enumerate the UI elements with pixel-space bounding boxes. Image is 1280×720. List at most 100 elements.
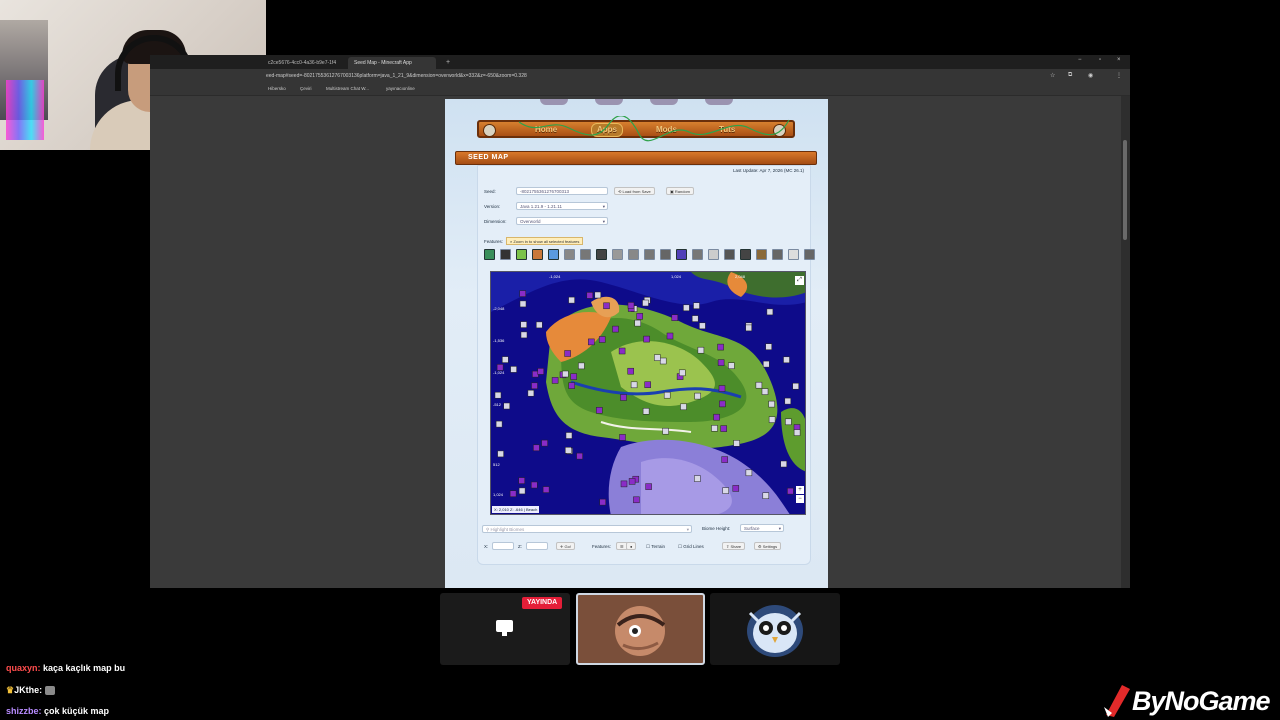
- go-button[interactable]: ✈ Go!: [556, 542, 575, 550]
- load-from-save-button[interactable]: ⟲ Load from Save: [614, 187, 655, 195]
- structure-marker[interactable]: [728, 362, 735, 369]
- owl-logo-thumbnail[interactable]: [710, 593, 840, 665]
- feature-toggle-icon[interactable]: [676, 249, 687, 260]
- structure-marker[interactable]: [520, 331, 528, 339]
- structure-marker[interactable]: [565, 447, 572, 454]
- structure-marker[interactable]: [503, 402, 510, 410]
- structure-marker[interactable]: [654, 354, 661, 361]
- structure-marker[interactable]: [793, 429, 801, 436]
- structure-marker[interactable]: [537, 368, 544, 375]
- highlight-biomes-select[interactable]: ⚲ Highlight Biomes ▾: [482, 525, 692, 533]
- structure-marker[interactable]: [643, 335, 650, 343]
- structure-marker[interactable]: [717, 359, 725, 366]
- structure-marker[interactable]: [510, 366, 517, 373]
- feature-toggle-icon[interactable]: [612, 249, 623, 260]
- structure-marker[interactable]: [768, 416, 776, 423]
- structure-marker[interactable]: [745, 324, 752, 332]
- bookmark[interactable]: Multistream Chat W...: [326, 85, 369, 93]
- feature-toggle-icon[interactable]: [564, 249, 575, 260]
- avatar-thumbnail[interactable]: [576, 593, 705, 665]
- feature-toggle-icon[interactable]: [740, 249, 751, 260]
- feature-toggle-icon[interactable]: [804, 249, 815, 260]
- structure-marker[interactable]: [598, 336, 606, 343]
- star-icon[interactable]: ☆: [1050, 72, 1055, 79]
- structure-marker[interactable]: [599, 498, 606, 506]
- structure-marker[interactable]: [765, 343, 772, 350]
- structure-marker[interactable]: [531, 481, 538, 489]
- share-button[interactable]: ⇪ Share: [722, 542, 746, 550]
- structure-marker[interactable]: [721, 456, 728, 463]
- structure-marker[interactable]: [719, 400, 726, 408]
- structure-marker[interactable]: [766, 308, 774, 316]
- url-field[interactable]: eed-map#seed=-80217553612767003136platfo…: [266, 72, 986, 81]
- map-canvas[interactable]: [491, 272, 806, 515]
- structure-marker[interactable]: [570, 373, 577, 380]
- features-toggle-button[interactable]: ●: [626, 542, 637, 550]
- structure-marker[interactable]: [494, 391, 502, 399]
- structure-marker[interactable]: [531, 382, 538, 390]
- structure-marker[interactable]: [612, 325, 619, 333]
- zoom-in-button[interactable]: +: [796, 486, 804, 494]
- structure-marker[interactable]: [596, 407, 603, 414]
- x-input[interactable]: [492, 542, 514, 550]
- fullscreen-icon[interactable]: ⤢: [795, 276, 804, 285]
- structure-marker[interactable]: [659, 357, 667, 365]
- feature-toggle-icon[interactable]: [660, 249, 671, 260]
- structure-marker[interactable]: [762, 492, 770, 499]
- structure-marker[interactable]: [527, 389, 535, 397]
- feature-toggle-icon[interactable]: [516, 249, 527, 260]
- seed-map[interactable]: -1,024 1,024 2,048 -2,048 -1,536 -1,024 …: [490, 271, 806, 515]
- structure-marker[interactable]: [671, 314, 679, 321]
- structure-marker[interactable]: [568, 296, 575, 304]
- bookmark[interactable]: yayınacıonline: [386, 85, 415, 93]
- structure-marker[interactable]: [732, 485, 740, 492]
- structure-marker[interactable]: [576, 452, 583, 460]
- structure-marker[interactable]: [551, 377, 559, 384]
- structure-marker[interactable]: [620, 394, 627, 401]
- structure-marker[interactable]: [787, 487, 794, 495]
- structure-marker[interactable]: [785, 418, 792, 426]
- z-input[interactable]: [526, 542, 548, 550]
- maximize-icon[interactable]: ▫: [1099, 57, 1101, 63]
- settings-button[interactable]: ⚙ Settings: [754, 542, 782, 550]
- structure-marker[interactable]: [620, 480, 628, 488]
- profile-icon[interactable]: ◉: [1088, 72, 1093, 79]
- structure-marker[interactable]: [495, 420, 503, 428]
- structure-marker[interactable]: [718, 385, 726, 392]
- structure-marker[interactable]: [683, 304, 690, 312]
- structure-marker[interactable]: [694, 392, 701, 400]
- bookmark[interactable]: Çeviri: [300, 85, 312, 93]
- structure-marker[interactable]: [627, 302, 635, 309]
- structure-marker[interactable]: [533, 444, 540, 452]
- structure-marker[interactable]: [768, 400, 775, 408]
- structure-marker[interactable]: [663, 391, 671, 399]
- feature-toggle-icon[interactable]: [628, 249, 639, 260]
- structure-marker[interactable]: [642, 408, 650, 415]
- menu-icon[interactable]: ⋮: [1116, 72, 1122, 79]
- grid-lines-checkbox[interactable]: ☐ Grid Lines: [678, 544, 704, 550]
- structure-marker[interactable]: [680, 403, 687, 411]
- feature-toggle-icon[interactable]: [596, 249, 607, 260]
- structure-marker[interactable]: [578, 362, 585, 370]
- structure-marker[interactable]: [618, 347, 626, 355]
- structure-marker[interactable]: [542, 486, 550, 493]
- structure-marker[interactable]: [666, 332, 674, 340]
- feature-toggle-icon[interactable]: [724, 249, 735, 260]
- structure-marker[interactable]: [509, 490, 517, 497]
- structure-marker[interactable]: [711, 425, 718, 432]
- structure-marker[interactable]: [694, 475, 701, 482]
- structure-marker[interactable]: [536, 321, 543, 329]
- structure-marker[interactable]: [717, 343, 724, 351]
- structure-marker[interactable]: [564, 350, 571, 357]
- structure-marker[interactable]: [691, 315, 699, 322]
- feature-toggle-icon[interactable]: [788, 249, 799, 260]
- structure-marker[interactable]: [720, 425, 727, 432]
- structure-marker[interactable]: [630, 381, 638, 389]
- random-button[interactable]: ▣ Random: [666, 187, 695, 195]
- biome-height-select[interactable]: Surface ▾: [740, 524, 784, 532]
- structure-marker[interactable]: [780, 460, 787, 468]
- structure-marker[interactable]: [755, 381, 763, 389]
- structure-marker[interactable]: [634, 319, 641, 327]
- new-tab-icon[interactable]: +: [440, 57, 452, 69]
- feature-toggle-icon[interactable]: [644, 249, 655, 260]
